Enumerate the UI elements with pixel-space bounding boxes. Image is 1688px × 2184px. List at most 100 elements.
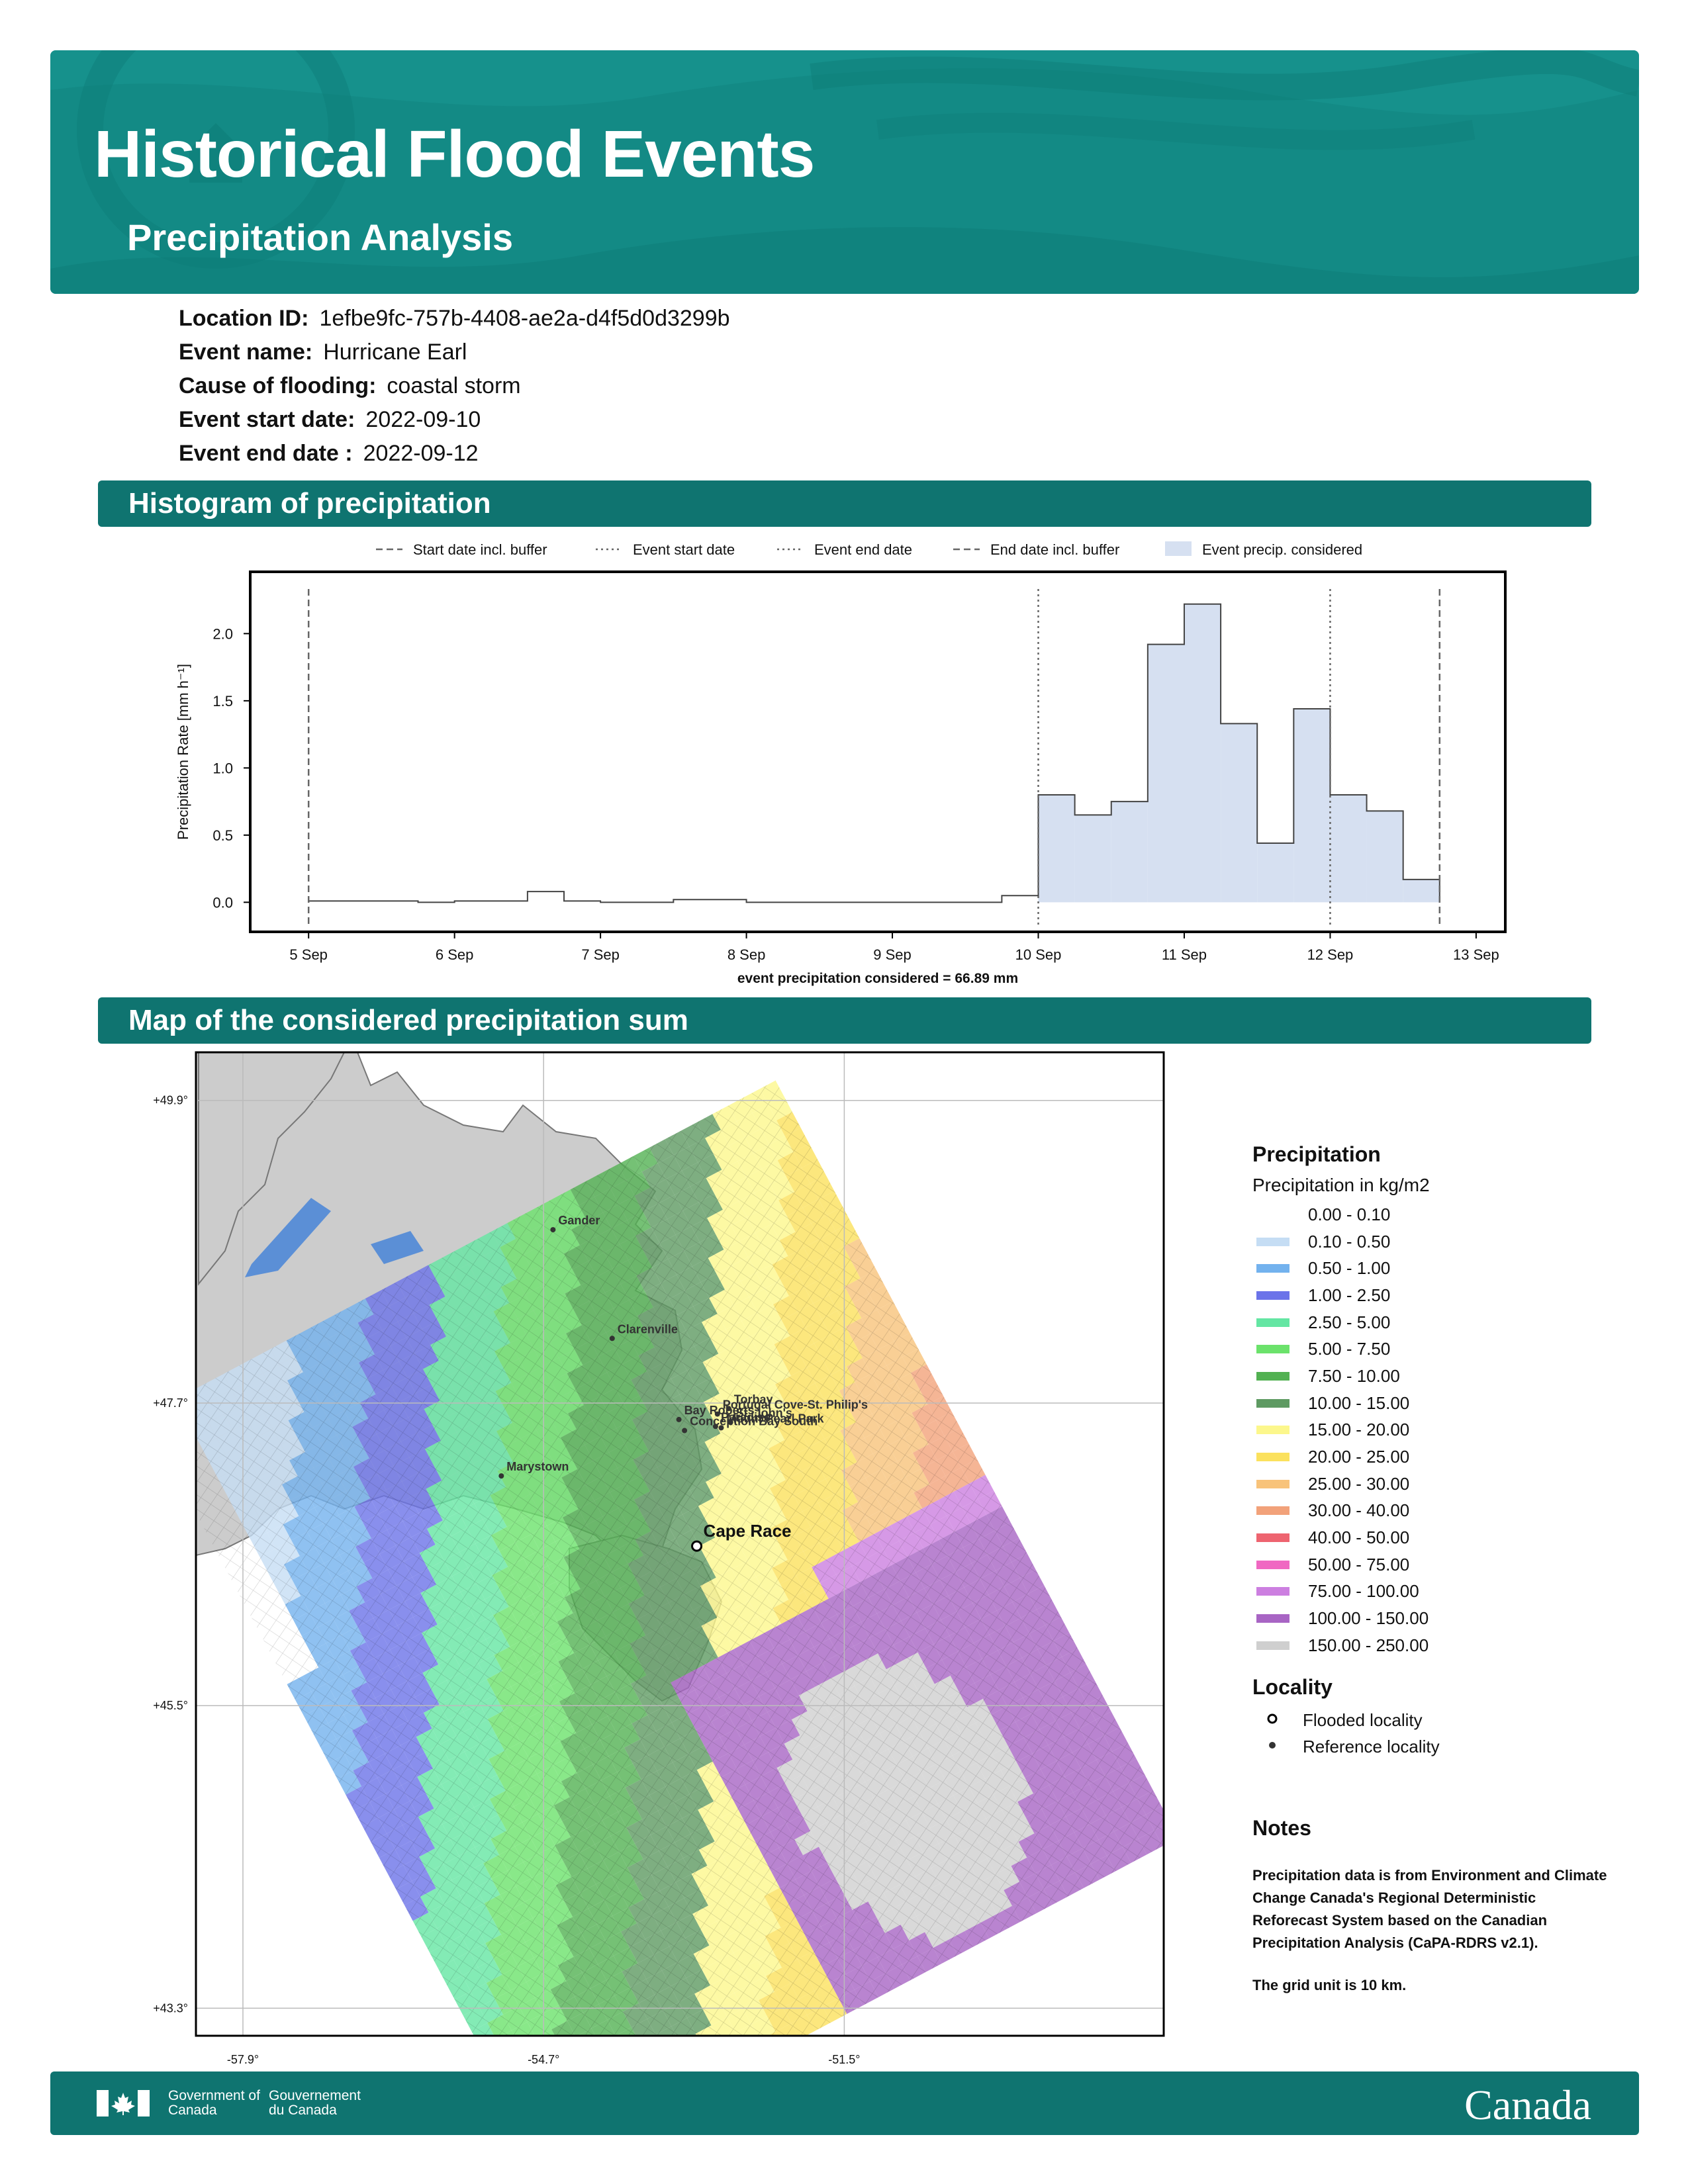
precip-cell	[648, 2050, 673, 2065]
legend-label: Event end date	[814, 541, 912, 558]
precip-legend-title: Precipitation	[1252, 1142, 1381, 1166]
y-tick-label: 0.0	[212, 894, 233, 911]
reference-locality-marker	[550, 1227, 556, 1233]
legend-swatch	[1256, 1237, 1289, 1246]
legend-swatch	[1256, 1587, 1289, 1596]
precip-legend-row: 30.00 - 40.00	[1252, 1498, 1623, 1525]
considered-bar	[1293, 709, 1331, 903]
x-tick-label: 12 Sep	[1307, 946, 1354, 963]
precip-cell	[728, 2048, 753, 2065]
legend-label: 40.00 - 50.00	[1308, 1527, 1410, 1548]
lon-tick-label: -57.9°	[227, 2053, 259, 2065]
precip-cell	[704, 2041, 728, 2065]
legend-label: 0.00 - 0.10	[1308, 1204, 1391, 1224]
precip-cell	[673, 2058, 697, 2065]
precip-cell	[679, 2033, 704, 2036]
considered-bar	[1403, 879, 1440, 903]
notes-title: Notes	[1252, 1816, 1311, 1840]
legend-label: Event precip. considered	[1202, 541, 1362, 558]
legend-swatch	[1165, 541, 1192, 556]
precip-cell	[744, 2040, 769, 2065]
location-id-row: Location ID: 1efbe9fc-757b-4408-ae2a-d4f…	[179, 306, 730, 340]
field-value: coastal storm	[387, 373, 521, 398]
precip-legend-row: 15.00 - 20.00	[1252, 1417, 1623, 1444]
dot-icon	[1263, 1739, 1282, 1756]
x-tick-label: 10 Sep	[1015, 946, 1062, 963]
legend-swatch	[1256, 1210, 1289, 1219]
end-date-row: Event end date : 2022-09-12	[179, 441, 730, 475]
precip-legend-subtitle: Precipitation in kg/m2	[1252, 1175, 1430, 1195]
place-label: Marystown	[506, 1460, 569, 1473]
field-key: Event start date:	[179, 407, 355, 432]
locality-legend-reference: Reference locality	[1252, 1734, 1623, 1760]
lat-tick-label: +47.7°	[153, 1396, 188, 1410]
precip-legend-row: 0.50 - 1.00	[1252, 1255, 1623, 1282]
x-tick-label: 13 Sep	[1453, 946, 1499, 963]
precip-legend-row: 5.00 - 7.50	[1252, 1336, 1623, 1363]
canada-wordmark: Canada	[1464, 2081, 1591, 2128]
y-axis-label: Precipitation Rate [mm h⁻¹]	[175, 664, 191, 840]
legend-swatch	[1256, 1426, 1289, 1435]
cause-row: Cause of flooding: coastal storm	[179, 373, 730, 407]
considered-bar	[1147, 644, 1184, 903]
considered-bar	[1184, 604, 1221, 903]
histogram-section-header: Histogram of precipitation	[98, 480, 1591, 527]
x-tick-label: 8 Sep	[727, 946, 766, 963]
considered-bar	[1074, 815, 1111, 903]
legend-label: 75.00 - 100.00	[1308, 1581, 1419, 1602]
legend-swatch	[1256, 1533, 1289, 1543]
header-banner: Historical Flood Events Precipitation An…	[50, 50, 1639, 294]
page-subtitle: Precipitation Analysis	[127, 216, 513, 258]
canada-flag-icon	[97, 2090, 150, 2116]
legend-label: 1.00 - 2.50	[1308, 1285, 1391, 1305]
precip-legend-row: 25.00 - 30.00	[1252, 1471, 1623, 1498]
legend-label: 10.00 - 15.00	[1308, 1392, 1410, 1413]
y-tick-label: 0.5	[212, 827, 233, 844]
legend-swatch	[1256, 1641, 1289, 1650]
legend-swatch	[1256, 1398, 1289, 1408]
considered-bar	[1257, 843, 1294, 903]
legend-swatch	[1256, 1264, 1289, 1273]
place-label: Clarenville	[618, 1322, 678, 1336]
field-key: Event name:	[179, 340, 313, 365]
y-tick-label: 2.0	[212, 625, 233, 642]
precipitation-histogram: Start date incl. buffer Event start date E…	[175, 541, 1507, 986]
start-date-row: Event start date: 2022-09-10	[179, 407, 730, 441]
field-value: 1efbe9fc-757b-4408-ae2a-d4f5d0d3299b	[319, 306, 730, 331]
precip-cell	[568, 2052, 592, 2065]
locality-legend-title: Locality	[1252, 1674, 1333, 1699]
legend-swatch	[1256, 1614, 1289, 1623]
legend-swatch	[1256, 1371, 1289, 1381]
precip-legend-row: 40.00 - 50.00	[1252, 1524, 1623, 1551]
legend-label: 50.00 - 75.00	[1308, 1554, 1410, 1574]
legend-swatch	[1256, 1345, 1289, 1354]
precip-cell	[489, 2054, 513, 2065]
legend-swatch	[1256, 1318, 1289, 1327]
x-tick-label: 9 Sep	[873, 946, 912, 963]
precip-legend-row: 50.00 - 75.00	[1252, 1551, 1623, 1578]
precip-legend-row: 0.00 - 0.10	[1252, 1201, 1623, 1228]
precip-cell	[632, 2059, 657, 2065]
field-value: 2022-09-10	[365, 407, 481, 432]
legend-swatch	[1256, 1453, 1289, 1462]
considered-bar	[1111, 801, 1148, 903]
legend-label: 20.00 - 25.00	[1308, 1447, 1410, 1467]
legend-label: 5.00 - 7.50	[1308, 1339, 1391, 1359]
precip-legend-row: 7.50 - 10.00	[1252, 1363, 1623, 1390]
flooded-locality-marker	[691, 1540, 703, 1552]
considered-bar	[1366, 811, 1403, 903]
map-legend: Precipitation Precipitation in kg/m2 0.0…	[1252, 1142, 1623, 1760]
legend-swatch	[1256, 1560, 1289, 1569]
x-axis-label: event precipitation considered = 66.89 m…	[737, 971, 1018, 986]
legend-swatch	[1256, 1479, 1289, 1488]
page-title: Historical Flood Events	[94, 117, 815, 191]
event-details: Location ID: 1efbe9fc-757b-4408-ae2a-d4f…	[179, 306, 730, 475]
notes-grid-text: The grid unit is 10 km.	[1252, 1977, 1407, 1993]
x-tick-label: 11 Sep	[1162, 946, 1207, 963]
precip-cell	[592, 2060, 617, 2065]
x-tick-label: 5 Sep	[289, 946, 328, 963]
lat-tick-label: +49.9°	[153, 1094, 188, 1107]
legend-swatch	[1256, 1291, 1289, 1300]
legend-label: 15.00 - 20.00	[1308, 1420, 1410, 1440]
legend-swatch	[1256, 1506, 1289, 1516]
